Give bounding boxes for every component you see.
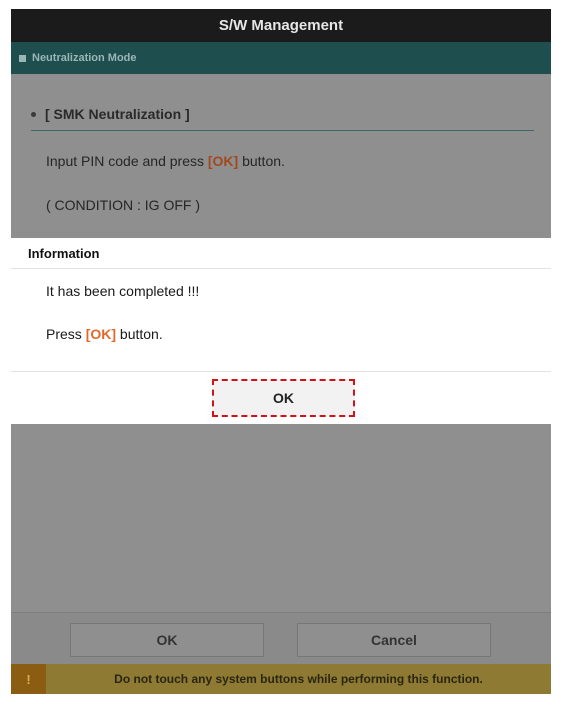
square-bullet-icon [19, 54, 26, 62]
condition-text: ( CONDITION : IG OFF ) [46, 197, 200, 213]
bullet-icon [31, 111, 36, 117]
mode-header: Neutralization Mode [11, 42, 551, 74]
instruction-suffix: button. [238, 153, 285, 169]
prompt-prefix: Press [46, 326, 86, 342]
dialog-title: Information [11, 238, 551, 269]
dialog-message: It has been completed !!! [46, 283, 200, 299]
warning-bar: ! Do not touch any system buttons while … [11, 664, 551, 694]
information-dialog: Information It has been completed !!! Pr… [11, 238, 551, 424]
instruction-ok-ref: [OK] [207, 153, 239, 169]
prompt-ok-ref: [OK] [85, 326, 117, 342]
warning-text: Do not touch any system buttons while pe… [114, 672, 483, 686]
ok-button[interactable]: OK [70, 623, 264, 657]
dialog-divider [11, 371, 551, 372]
dialog-ok-button[interactable]: OK [212, 379, 355, 417]
section-title: [ SMK Neutralization ] [31, 106, 190, 122]
cancel-button[interactable]: Cancel [297, 623, 491, 657]
dialog-prompt: Press [OK] button. [46, 326, 163, 342]
instruction-text: Input PIN code and press [OK] button. [46, 153, 285, 169]
prompt-suffix: button. [116, 326, 163, 342]
bottom-button-bar: OK Cancel [11, 612, 551, 664]
section-divider [31, 130, 534, 131]
instruction-prefix: Input PIN code and press [46, 153, 208, 169]
window-title: S/W Management [11, 9, 551, 42]
mode-label: Neutralization Mode [32, 52, 137, 64]
section-title-text: [ SMK Neutralization ] [45, 106, 190, 122]
warning-icon: ! [11, 664, 46, 694]
